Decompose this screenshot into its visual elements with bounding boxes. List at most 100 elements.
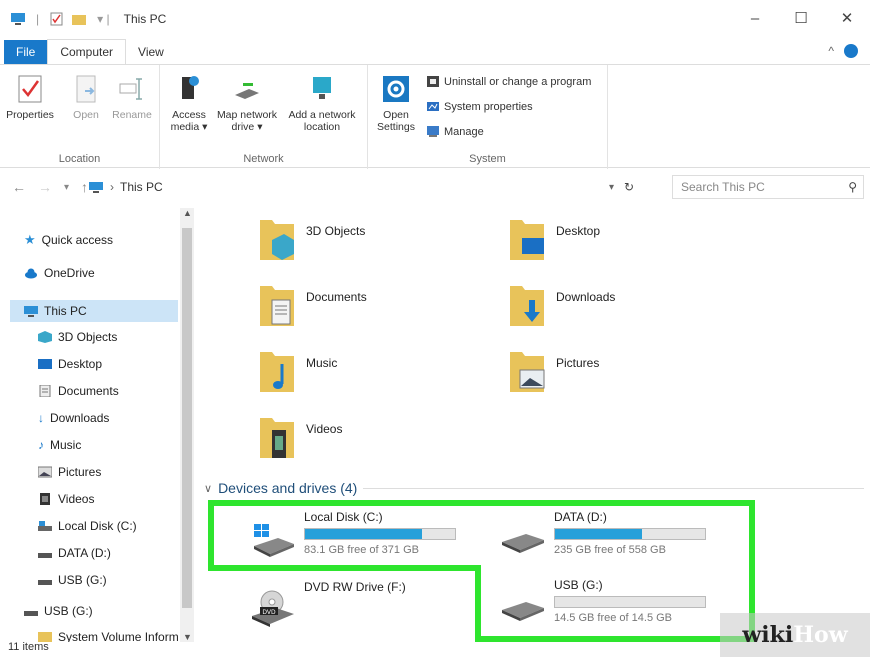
section-divider bbox=[363, 487, 864, 489]
map-network-drive-button[interactable]: Map network drive ▾ bbox=[212, 73, 282, 133]
content-pane: 3D Objects Desktop Documents Downloads M… bbox=[196, 208, 870, 642]
sidebar-item-music[interactable]: ♪ Music bbox=[38, 438, 81, 452]
sidebar-item-pictures[interactable]: Pictures bbox=[38, 465, 101, 479]
recent-locations-icon[interactable]: ▾ bbox=[64, 182, 69, 193]
sidebar-item-usb[interactable]: USB (G:) bbox=[38, 573, 107, 587]
navigation-pane: ★ Quick access OneDrive This PC 3D Objec… bbox=[0, 208, 196, 642]
drive-free-space: 235 GB free of 558 GB bbox=[554, 544, 666, 556]
sidebar-item-local-disk[interactable]: Local Disk (C:) bbox=[38, 519, 137, 533]
download-arrow-icon: ↓ bbox=[38, 411, 44, 425]
drive-usage-fill bbox=[555, 529, 642, 539]
watermark-text-a: wiki bbox=[742, 622, 794, 648]
manage-button[interactable]: Manage bbox=[426, 125, 484, 138]
access-media-button[interactable]: Access media ▾ bbox=[166, 73, 212, 133]
sidebar-item-data-drive[interactable]: DATA (D:) bbox=[38, 546, 111, 560]
path-dropdown-icon[interactable]: ▾ bbox=[609, 182, 614, 193]
folder-desktop[interactable]: Desktop bbox=[508, 216, 738, 272]
drive-free-space: 14.5 GB free of 14.5 GB bbox=[554, 612, 673, 624]
system-properties-icon bbox=[427, 102, 439, 111]
music-folder-icon bbox=[260, 352, 294, 392]
back-arrow-icon[interactable]: ← bbox=[12, 179, 26, 195]
sidebar-item-this-pc[interactable]: This PC bbox=[10, 300, 178, 322]
address-path[interactable]: › This PC ▾ ↻ bbox=[88, 175, 644, 199]
monitor-icon[interactable] bbox=[10, 12, 26, 26]
desktop-folder-icon bbox=[510, 220, 544, 260]
cube-icon bbox=[38, 331, 52, 343]
scroll-up-icon[interactable]: ▲ bbox=[183, 208, 192, 218]
refresh-icon[interactable]: ↻ bbox=[624, 180, 634, 194]
folder-3d-objects[interactable]: 3D Objects bbox=[258, 216, 488, 272]
sidebar-item-desktop[interactable]: Desktop bbox=[38, 357, 102, 371]
properties-button[interactable]: Properties bbox=[6, 73, 54, 121]
up-arrow-icon[interactable]: ↑ bbox=[81, 179, 88, 195]
minimize-button[interactable]: – bbox=[732, 0, 778, 36]
folder-music[interactable]: Music bbox=[258, 348, 488, 404]
drive-usb[interactable]: USB (G:) 14.5 GB free of 14.5 GB bbox=[498, 578, 728, 638]
uninstall-program-button[interactable]: Uninstall or change a program bbox=[426, 75, 591, 88]
drive-dvd[interactable]: DVD DVD RW Drive (F:) bbox=[248, 580, 478, 640]
folder-documents[interactable]: Documents bbox=[258, 282, 488, 338]
properties-label: Properties bbox=[6, 109, 54, 121]
search-input[interactable]: Search This PC ⚲ bbox=[672, 175, 864, 199]
picture-icon bbox=[38, 466, 52, 478]
search-icon[interactable]: ⚲ bbox=[848, 180, 857, 194]
access-media-icon bbox=[182, 76, 199, 99]
map-network-drive-icon bbox=[235, 83, 259, 99]
sidebar-item-videos[interactable]: Videos bbox=[38, 492, 94, 506]
add-network-location-button[interactable]: Add a network location bbox=[284, 73, 360, 133]
sidebar-item-label: Quick access bbox=[41, 233, 114, 247]
path-this-pc[interactable]: This PC bbox=[120, 180, 163, 194]
drive-local-disk[interactable]: Local Disk (C:) 83.1 GB free of 371 GB bbox=[248, 510, 478, 570]
new-folder-icon[interactable] bbox=[71, 12, 87, 26]
videos-folder-icon bbox=[260, 418, 294, 458]
cloud-icon bbox=[25, 268, 37, 279]
sidebar-item-label: Local Disk (C:) bbox=[58, 519, 137, 533]
sidebar-item-label: Downloads bbox=[50, 411, 110, 425]
folder-videos[interactable]: Videos bbox=[258, 414, 488, 470]
rename-label: Rename bbox=[112, 109, 152, 121]
sidebar-item-documents[interactable]: Documents bbox=[38, 384, 119, 398]
dropdown-icon[interactable]: ▾ | bbox=[97, 12, 109, 26]
location-group-label: Location bbox=[58, 153, 101, 165]
forward-arrow-icon[interactable]: → bbox=[38, 179, 52, 195]
sidebar-item-onedrive[interactable]: OneDrive bbox=[24, 266, 95, 280]
folder-label: Music bbox=[306, 356, 338, 370]
wikihow-watermark: wiki How bbox=[720, 613, 870, 657]
title-bar: | ▾ | This PC – ☐ ✕ bbox=[0, 0, 870, 38]
sidebar-item-usb-root[interactable]: USB (G:) bbox=[24, 604, 93, 618]
maximize-button[interactable]: ☐ bbox=[778, 0, 824, 36]
folder-downloads[interactable]: Downloads bbox=[508, 282, 738, 338]
properties-icon[interactable] bbox=[49, 12, 65, 26]
sidebar-item-downloads[interactable]: ↓ Downloads bbox=[38, 411, 109, 425]
tab-computer[interactable]: Computer bbox=[47, 39, 127, 64]
open-settings-button[interactable]: Open Settings bbox=[372, 73, 420, 133]
sidebar-item-3d-objects[interactable]: 3D Objects bbox=[38, 330, 117, 344]
tab-view[interactable]: View bbox=[126, 40, 176, 64]
manage-label: Manage bbox=[444, 125, 484, 138]
path-chevron-icon[interactable]: › bbox=[110, 180, 114, 194]
uninstall-label: Uninstall or change a program bbox=[444, 75, 592, 88]
tab-file[interactable]: File bbox=[4, 40, 48, 64]
sidebar-item-quick-access[interactable]: ★ Quick access bbox=[24, 232, 113, 248]
drive-name: DVD RW Drive (F:) bbox=[304, 580, 406, 594]
folder-label: Pictures bbox=[556, 356, 600, 370]
properties-icon bbox=[18, 75, 42, 103]
sidebar-scrollbar[interactable]: ▲ ▼ bbox=[180, 208, 194, 642]
open-icon bbox=[76, 75, 96, 103]
pictures-folder-icon bbox=[510, 352, 545, 392]
collapse-ribbon-icon[interactable]: ^ bbox=[828, 44, 834, 58]
monitor-icon bbox=[89, 181, 103, 193]
chevron-down-icon[interactable]: ∨ bbox=[204, 482, 212, 495]
close-button[interactable]: ✕ bbox=[824, 0, 870, 36]
devices-section-header[interactable]: ∨ Devices and drives (4) bbox=[204, 480, 864, 496]
folder-pictures[interactable]: Pictures bbox=[508, 348, 738, 404]
drive-name: USB (G:) bbox=[554, 578, 603, 592]
drive-data[interactable]: DATA (D:) 235 GB free of 558 GB bbox=[498, 510, 728, 570]
quick-access-toolbar: | ▾ | This PC bbox=[0, 12, 166, 26]
scrollbar-thumb[interactable] bbox=[182, 228, 192, 608]
system-properties-button[interactable]: System properties bbox=[426, 100, 533, 113]
help-icon[interactable] bbox=[844, 44, 858, 58]
rename-button[interactable]: Rename bbox=[110, 73, 154, 121]
open-button[interactable]: Open bbox=[68, 73, 104, 121]
map-network-drive-label: Map network drive ▾ bbox=[216, 109, 278, 133]
